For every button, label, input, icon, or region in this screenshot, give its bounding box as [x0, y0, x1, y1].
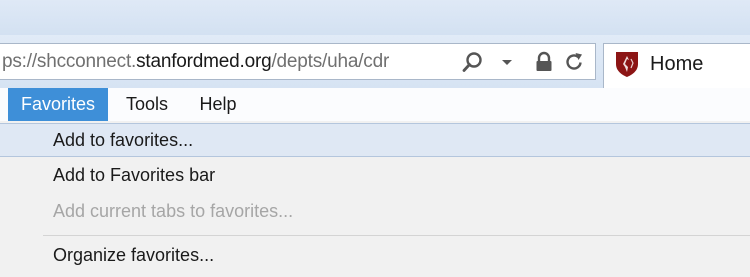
title-bar [0, 0, 750, 35]
browser-window: ps://shcconnect.stanfordmed.org/depts/uh… [0, 0, 750, 277]
address-bar[interactable]: ps://shcconnect.stanfordmed.org/depts/uh… [0, 43, 596, 80]
chevron-down-icon[interactable] [500, 51, 514, 73]
menu-item-organize-favorites[interactable]: Organize favorites... [0, 239, 750, 273]
tab-home[interactable]: Home [603, 43, 750, 88]
menu-item-label: Add to Favorites bar [53, 165, 216, 185]
menu-item-add-to-favorites-bar[interactable]: Add to Favorites bar [0, 159, 750, 193]
navigation-bar: ps://shcconnect.stanfordmed.org/depts/uh… [0, 35, 750, 89]
menu-bar: Favorites Tools Help [0, 88, 750, 121]
favorites-dropdown-menu: Add to favorites... Add to Favorites bar… [0, 121, 750, 277]
search-icon[interactable] [462, 51, 484, 73]
url-domain: stanfordmed.org [136, 51, 272, 72]
url-path: /depts/uha/cdr [271, 51, 390, 72]
address-url[interactable]: ps://shcconnect.stanfordmed.org/depts/uh… [2, 51, 389, 73]
menu-help[interactable]: Help [188, 88, 248, 121]
url-prefix: ps://shcconnect. [2, 51, 137, 72]
menu-favorites[interactable]: Favorites [8, 88, 108, 121]
menu-item-add-current-tabs: Add current tabs to favorites... [0, 195, 750, 229]
stanford-shield-icon [614, 50, 640, 78]
menu-item-add-to-favorites[interactable]: Add to favorites... [0, 123, 750, 157]
menu-separator [43, 235, 750, 236]
menu-item-label: Add to favorites... [53, 130, 194, 150]
menu-item-label: Add current tabs to favorites... [53, 201, 294, 221]
menu-tools[interactable]: Tools [114, 88, 180, 121]
lock-icon[interactable] [533, 51, 555, 73]
tab-label: Home [650, 53, 704, 75]
refresh-icon[interactable] [563, 51, 585, 73]
menu-item-label: Organize favorites... [53, 245, 215, 265]
